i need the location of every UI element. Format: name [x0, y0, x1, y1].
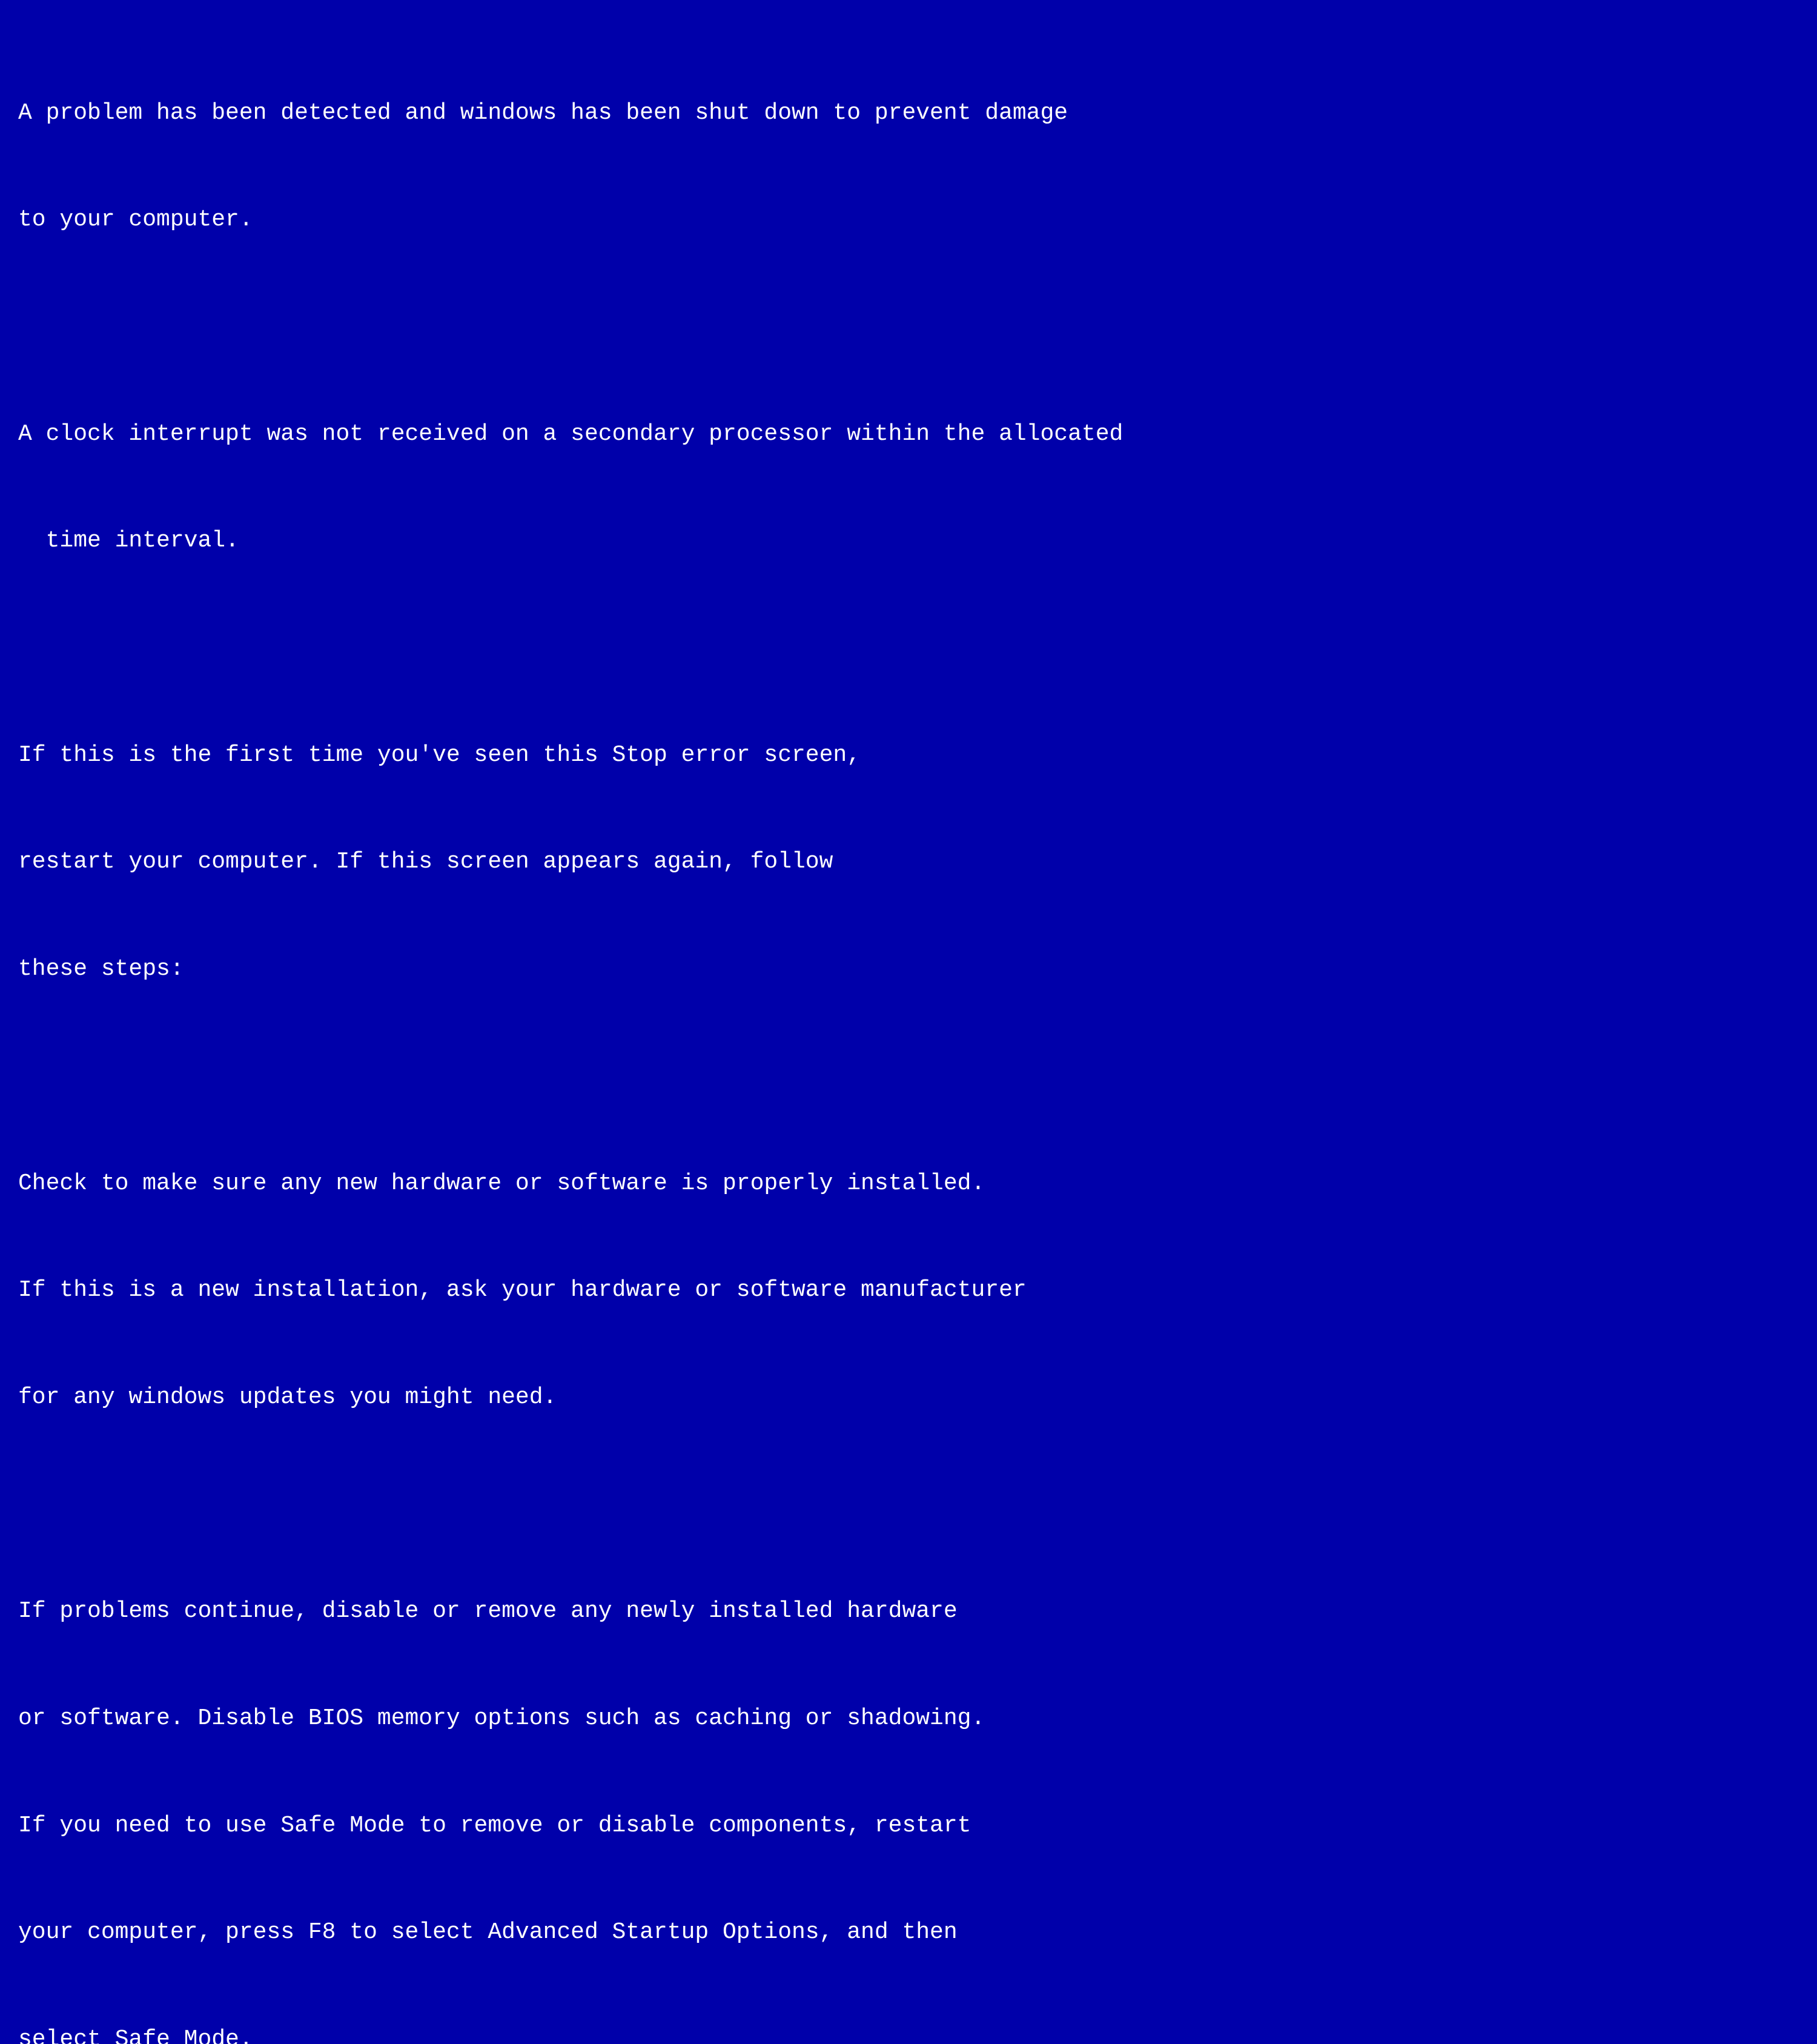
bsod-line-7: these steps: [18, 952, 1799, 987]
bsod-line-14: your computer, press F8 to select Advanc… [18, 1915, 1799, 1951]
bsod-line-6: restart your computer. If this screen ap… [18, 844, 1799, 880]
bsod-line-2: to your computer. [18, 202, 1799, 238]
bsod-line-13: If you need to use Safe Mode to remove o… [18, 1808, 1799, 1844]
bsod-line-11: If problems continue, disable or remove … [18, 1594, 1799, 1630]
bsod-line-15: select Safe Mode. [18, 2022, 1799, 2044]
bsod-spacer-4 [18, 1487, 1799, 1523]
bsod-line-4: time interval. [18, 523, 1799, 559]
bsod-line-5: If this is the first time you've seen th… [18, 738, 1799, 774]
bsod-line-3: A clock interrupt was not received on a … [18, 417, 1799, 453]
bsod-screen: A problem has been detected and windows … [0, 0, 1817, 1022]
bsod-line-12: or software. Disable BIOS memory options… [18, 1701, 1799, 1737]
bsod-line-10: for any windows updates you might need. [18, 1380, 1799, 1416]
bsod-spacer-1 [18, 310, 1799, 345]
bsod-spacer-3 [18, 1059, 1799, 1095]
bsod-line-1: A problem has been detected and windows … [18, 96, 1799, 131]
bsod-line-8: Check to make sure any new hardware or s… [18, 1166, 1799, 1202]
bsod-spacer-2 [18, 631, 1799, 666]
bsod-line-9: If this is a new installation, ask your … [18, 1273, 1799, 1309]
